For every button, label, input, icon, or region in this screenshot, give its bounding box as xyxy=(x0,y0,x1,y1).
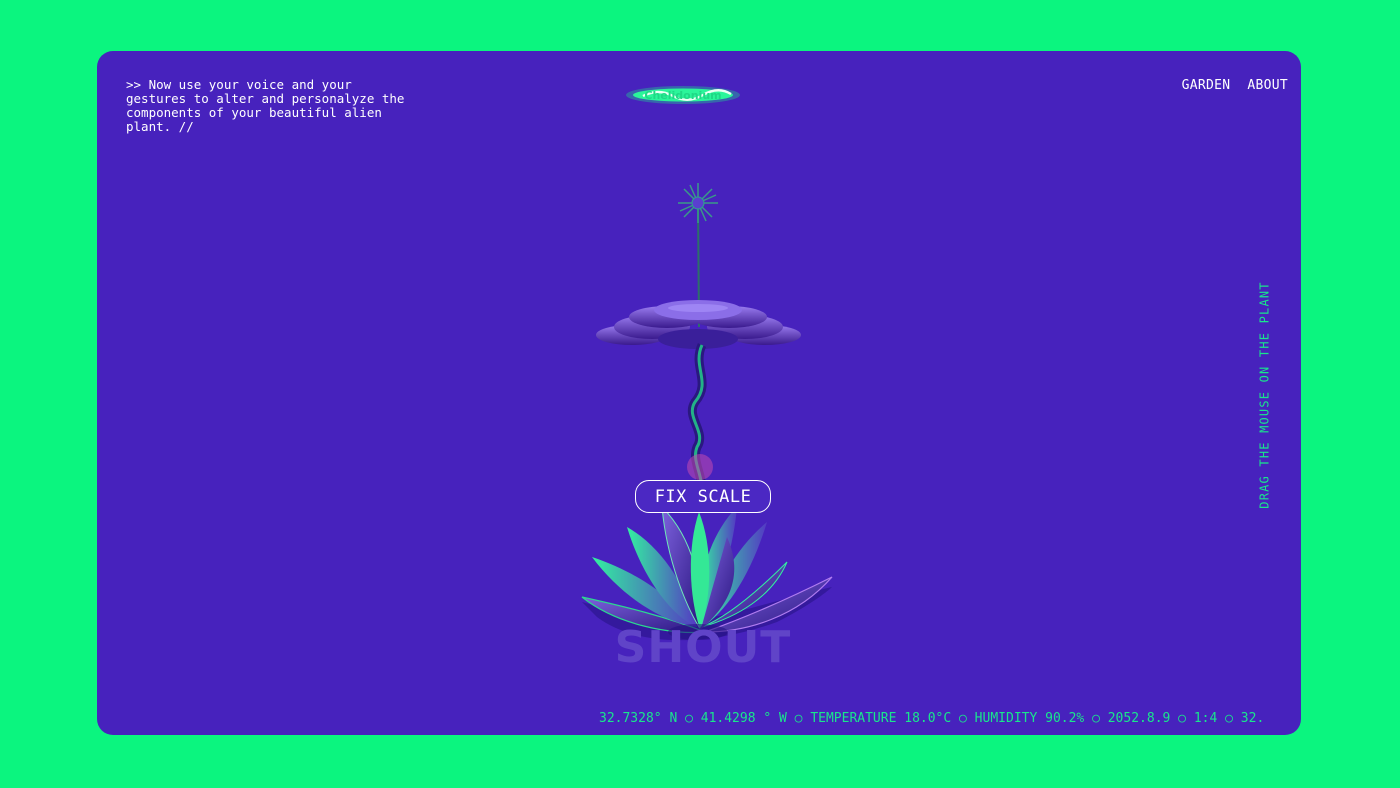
intro-text: >> Now use your voice and your gestures … xyxy=(126,77,405,134)
main-panel: >> Now use your voice and your gestures … xyxy=(97,51,1301,735)
brand-text: Chelidonium xyxy=(644,89,721,102)
lotus-base xyxy=(581,505,833,641)
top-nav: GARDEN ABOUT xyxy=(1182,78,1288,93)
voice-prompt: SHOUT xyxy=(614,622,792,673)
data-ticker: 32.7328° N ○ 41.4298 ° W ○ TEMPERATURE 1… xyxy=(599,711,1265,726)
fix-scale-button[interactable]: FIX SCALE xyxy=(635,480,771,513)
drag-hint-text: DRAG THE MOUSE ON THE PLANT xyxy=(1258,281,1272,509)
drag-cursor xyxy=(687,454,713,480)
brand-logo[interactable]: Chelidonium xyxy=(623,84,743,106)
drag-hint: DRAG THE MOUSE ON THE PLANT xyxy=(1258,279,1272,511)
alien-plant-canvas[interactable] xyxy=(577,177,837,647)
nav-garden-link[interactable]: GARDEN xyxy=(1182,78,1231,93)
nav-about-link[interactable]: ABOUT xyxy=(1247,78,1288,93)
